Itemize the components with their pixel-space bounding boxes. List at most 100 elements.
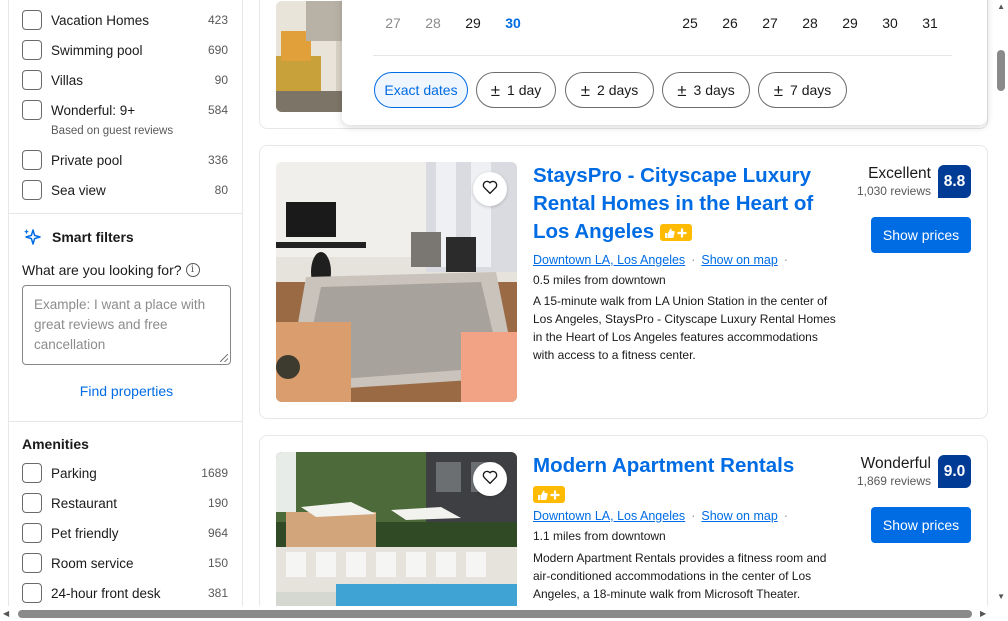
calendar-day[interactable]: 28: [418, 15, 448, 31]
filter-count: 690: [207, 43, 228, 57]
divider: [373, 55, 952, 56]
property-title-link[interactable]: StaysPro - Cityscape Luxury Rental Homes…: [533, 162, 833, 246]
heart-icon: [481, 178, 499, 201]
filter-restaurant[interactable]: Restaurant 190: [22, 492, 228, 514]
calendar-day[interactable]: 29: [835, 15, 865, 31]
filter-villas[interactable]: Villas 90: [22, 69, 228, 91]
find-properties-button[interactable]: Find properties: [22, 383, 231, 399]
distance-text: 1.1 miles from downtown: [533, 529, 666, 543]
filter-label: Private pool: [51, 152, 123, 168]
info-icon[interactable]: i: [185, 263, 200, 277]
calendar-day[interactable]: 27: [755, 15, 785, 31]
vertical-scrollbar[interactable]: ▲ ▼: [993, 0, 1008, 606]
distance-text: 0.5 miles from downtown: [533, 273, 666, 287]
show-on-map-link[interactable]: Show on map: [701, 253, 777, 267]
filter-private-pool[interactable]: Private pool 336: [22, 149, 228, 171]
filter-wonderful[interactable]: Wonderful: 9+ 584: [22, 99, 228, 121]
calendar-day[interactable]: 25: [675, 15, 705, 31]
property-location: Downtown LA, Los Angeles · Show on map ·: [533, 253, 794, 267]
chip-plus-minus-3-days[interactable]: ± 3 days: [662, 72, 750, 108]
checkbox[interactable]: [22, 40, 42, 60]
show-prices-button[interactable]: Show prices: [871, 507, 971, 543]
filter-label: Vacation Homes: [51, 12, 150, 28]
review-count: 1,869 reviews: [856, 474, 931, 488]
filter-count: 190: [207, 496, 228, 510]
calendar-day-selected[interactable]: 30: [498, 15, 528, 31]
plus-minus-icon: ±: [580, 80, 591, 100]
property-location: Downtown LA, Los Angeles · Show on map ·: [533, 509, 794, 523]
calendar-day[interactable]: 31: [915, 15, 945, 31]
checkbox[interactable]: [22, 463, 42, 483]
checkbox[interactable]: [22, 70, 42, 90]
chip-plus-minus-7-days[interactable]: ± 7 days: [758, 72, 847, 108]
horizontal-scrollbar[interactable]: ◀ ▶: [0, 606, 1008, 621]
chip-exact-dates[interactable]: Exact dates: [374, 72, 468, 108]
rating-word: Wonderful: [860, 455, 931, 472]
show-on-map-link[interactable]: Show on map: [701, 509, 777, 523]
calendar-day[interactable]: 30: [875, 15, 905, 31]
checkbox[interactable]: [22, 100, 42, 120]
save-to-wishlist-button[interactable]: [473, 462, 507, 496]
calendar-day[interactable]: 27: [378, 15, 408, 31]
filter-count: 423: [207, 13, 228, 27]
divider: [9, 421, 242, 422]
checkbox[interactable]: [22, 10, 42, 30]
heart-icon: [481, 468, 499, 491]
show-prices-button[interactable]: Show prices: [871, 217, 971, 253]
chip-label: Exact dates: [384, 82, 458, 98]
filter-room-service[interactable]: Room service 150: [22, 552, 228, 574]
calendar-day[interactable]: 28: [795, 15, 825, 31]
save-to-wishlist-button[interactable]: [473, 172, 507, 206]
calendar-day[interactable]: 26: [715, 15, 745, 31]
scroll-up-arrow-icon[interactable]: ▲: [997, 2, 1005, 11]
area-link[interactable]: Downtown LA, Los Angeles: [533, 253, 685, 267]
review-score-badge[interactable]: 9.0: [938, 455, 971, 488]
checkbox[interactable]: [22, 553, 42, 573]
filter-count: 964: [207, 526, 228, 540]
filter-vacation-homes[interactable]: Vacation Homes 423: [22, 9, 228, 31]
area-link[interactable]: Downtown LA, Los Angeles: [533, 509, 685, 523]
scroll-left-arrow-icon[interactable]: ◀: [3, 609, 9, 618]
filter-front-desk[interactable]: 24-hour front desk 381: [22, 582, 228, 604]
property-photo[interactable]: [276, 162, 517, 402]
rating-word: Excellent: [868, 165, 931, 182]
separator-dot: ·: [783, 253, 788, 267]
filter-label: Restaurant: [51, 495, 118, 511]
scroll-down-arrow-icon[interactable]: ▼: [997, 592, 1005, 601]
plus-minus-icon: ±: [773, 80, 784, 100]
property-description: A 15-minute walk from LA Union Station i…: [533, 294, 836, 362]
calendar-day[interactable]: 29: [458, 15, 488, 31]
checkbox[interactable]: [22, 583, 42, 603]
filter-swimming-pool[interactable]: Swimming pool 690: [22, 39, 228, 61]
chip-label: 1 day: [507, 82, 542, 98]
filter-label: Parking: [51, 465, 97, 481]
review-score-badge[interactable]: 8.8: [938, 165, 971, 198]
property-card: StaysPro - Cityscape Luxury Rental Homes…: [259, 145, 988, 419]
chip-plus-minus-1-day[interactable]: ± 1 day: [476, 72, 556, 108]
genius-badge-icon[interactable]: [659, 224, 692, 242]
genius-badge-icon[interactable]: [533, 486, 565, 504]
separator-dot: ·: [783, 509, 788, 523]
checkbox[interactable]: [22, 180, 42, 200]
filter-parking[interactable]: Parking 1689: [22, 462, 228, 484]
checkbox[interactable]: [22, 150, 42, 170]
checkbox[interactable]: [22, 523, 42, 543]
filter-label: Pet friendly: [51, 525, 119, 541]
smart-filter-textarea[interactable]: Example: I want a place with great revie…: [22, 285, 231, 365]
scroll-right-arrow-icon[interactable]: ▶: [980, 609, 986, 618]
filter-pet-friendly[interactable]: Pet friendly 964: [22, 522, 228, 544]
filter-label: 24-hour front desk: [51, 585, 161, 601]
smart-filter-question: What are you looking for? i: [22, 262, 200, 278]
separator-dot: ·: [691, 253, 696, 267]
checkbox[interactable]: [22, 493, 42, 513]
filter-sea-view[interactable]: Sea view 80: [22, 179, 228, 201]
horizontal-scroll-thumb[interactable]: [18, 610, 972, 618]
smart-filters-header: Smart filters: [22, 227, 134, 247]
vertical-scroll-thumb[interactable]: [997, 50, 1005, 91]
filter-count: 381: [207, 586, 228, 600]
property-photo[interactable]: [276, 452, 517, 612]
resize-handle-icon[interactable]: [220, 354, 228, 362]
chip-plus-minus-2-days[interactable]: ± 2 days: [565, 72, 654, 108]
date-picker-popup: 27 28 29 30 25 26 27 28 29 30 31 Exact d…: [342, 0, 987, 125]
property-title-link[interactable]: Modern Apartment Rentals: [533, 452, 833, 508]
